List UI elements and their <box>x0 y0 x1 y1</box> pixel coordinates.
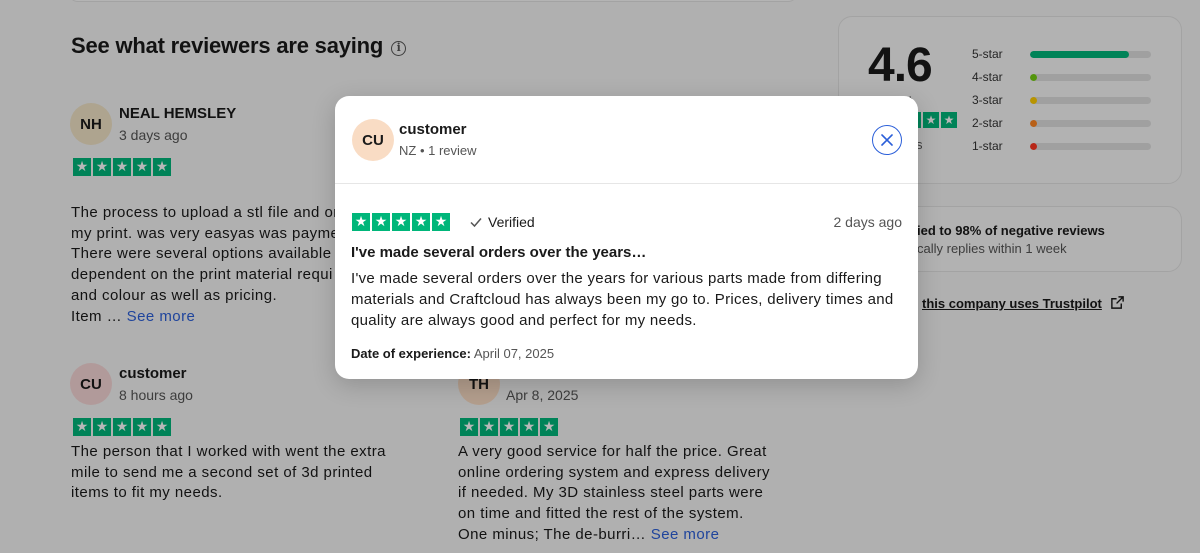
star-icon: ★ <box>432 213 450 231</box>
star-icon: ★ <box>352 213 370 231</box>
review-body: I've made several orders over the years … <box>351 268 901 331</box>
check-icon <box>470 218 482 228</box>
close-icon <box>881 134 893 146</box>
star-icon: ★ <box>412 213 430 231</box>
star-icon: ★ <box>392 213 410 231</box>
reviewer-meta: NZ • 1 review <box>399 143 477 158</box>
review-line: materials and Craftcloud has always been… <box>351 291 894 308</box>
verified-badge[interactable]: Verified <box>469 214 535 230</box>
verified-label: Verified <box>488 214 535 230</box>
review-line: I've made several orders over the years … <box>351 270 882 287</box>
review-line: quality are always good and perfect for … <box>351 312 697 329</box>
review-stars: ★ ★ ★ ★ ★ <box>352 213 450 231</box>
close-button[interactable] <box>872 125 902 155</box>
reviewer-name[interactable]: customer <box>399 121 467 138</box>
review-modal: CU customer NZ • 1 review ★ ★ ★ ★ ★ Veri… <box>335 96 918 379</box>
experience-date: April 07, 2025 <box>473 346 555 361</box>
star-icon: ★ <box>372 213 390 231</box>
review-date: 2 days ago <box>833 214 903 230</box>
experience-label: Date of experience: <box>351 346 471 361</box>
date-of-experience: Date of experience: April 07, 2025 <box>351 346 554 361</box>
divider <box>335 183 918 184</box>
review-title: I've made several orders over the years… <box>351 244 647 261</box>
avatar: CU <box>352 119 394 161</box>
